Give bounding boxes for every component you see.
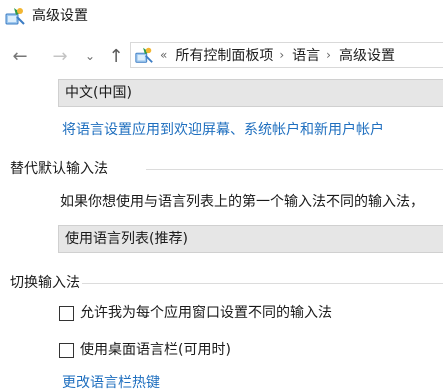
apply-language-settings-link[interactable]: 将语言设置应用到欢迎屏幕、系统帐户和新用户帐户 <box>62 121 384 139</box>
change-language-bar-hotkeys-link[interactable]: 更改语言栏热键 <box>62 374 160 392</box>
per-app-input-method-option[interactable]: 允许我为每个应用窗口设置不同的输入法 <box>59 303 332 323</box>
override-input-method-description: 如果你想使用与语言列表上的第一个输入法不同的输入法， <box>60 194 424 210</box>
override-input-method-heading: 替代默认输入法 <box>10 160 443 180</box>
section-divider <box>82 283 443 284</box>
switching-input-methods-heading: 切换输入法 <box>10 274 443 294</box>
breadcrumb-language[interactable]: 语言 <box>292 45 320 65</box>
title-bar: 高级设置 <box>0 0 443 32</box>
override-input-method-heading-text: 替代默认输入法 <box>10 161 108 177</box>
section-divider <box>146 169 443 170</box>
per-app-input-method-label[interactable]: 允许我为每个应用窗口设置不同的输入法 <box>80 304 332 322</box>
recent-locations-chevron-down-icon[interactable]: ⌄ <box>80 40 100 72</box>
desktop-language-bar-option[interactable]: 使用桌面语言栏(可用时) <box>59 340 231 360</box>
breadcrumb-advanced-settings[interactable]: 高级设置 <box>339 45 395 65</box>
breadcrumb-overflow-icon[interactable]: « <box>160 48 167 62</box>
desktop-language-bar-label[interactable]: 使用桌面语言栏(可用时) <box>80 341 231 359</box>
breadcrumb-all-control-panel-items[interactable]: 所有控制面板项 <box>175 45 273 65</box>
forward-button[interactable]: → <box>46 40 74 72</box>
window-title: 高级设置 <box>32 8 88 24</box>
breadcrumb-separator-icon[interactable]: › <box>279 48 284 62</box>
desktop-language-bar-checkbox[interactable] <box>59 342 74 358</box>
control-panel-icon <box>5 8 25 25</box>
up-button[interactable]: ↑ <box>104 40 128 72</box>
breadcrumb-separator-icon[interactable]: › <box>326 48 331 62</box>
back-button[interactable]: ← <box>6 40 34 72</box>
switching-input-methods-heading-text: 切换输入法 <box>10 275 80 291</box>
per-app-input-method-checkbox[interactable] <box>59 305 74 321</box>
display-language-dropdown[interactable]: 中文(中国) <box>58 79 443 107</box>
control-panel-icon <box>135 47 153 63</box>
navigation-bar: ← → ⌄ ↑ « 所有控制面板项 › 语言 › 高级设置 <box>0 40 443 72</box>
default-input-method-dropdown[interactable]: 使用语言列表(推荐) <box>58 225 443 253</box>
address-bar[interactable]: « 所有控制面板项 › 语言 › 高级设置 <box>130 42 443 68</box>
